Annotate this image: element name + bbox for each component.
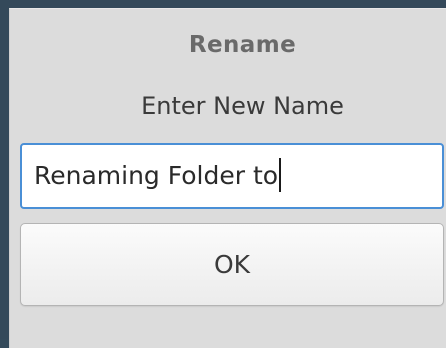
- rename-dialog: Rename Enter New Name Renaming Folder to…: [9, 8, 446, 348]
- enter-new-name-label: Enter New Name: [141, 92, 344, 120]
- new-name-input[interactable]: Renaming Folder to: [20, 143, 444, 209]
- new-name-input-value: Renaming Folder to: [34, 161, 279, 190]
- ok-button[interactable]: OK: [20, 223, 444, 306]
- text-cursor: [279, 158, 282, 192]
- dialog-title: Rename: [188, 32, 297, 58]
